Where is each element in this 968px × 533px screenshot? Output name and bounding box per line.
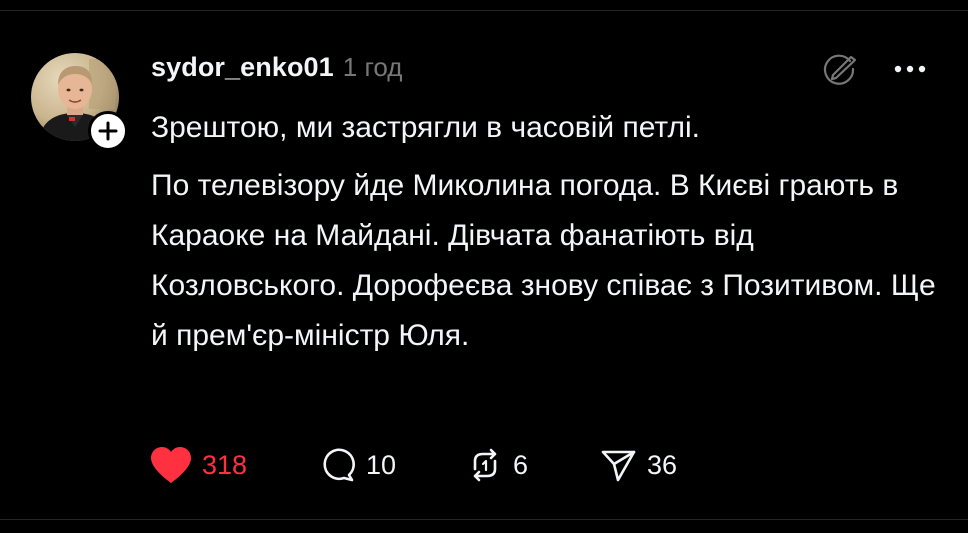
edit-button[interactable] <box>820 52 860 86</box>
action-bar: 318 10 6 36 <box>148 442 677 488</box>
plus-icon <box>98 121 118 141</box>
repost-button[interactable]: 6 <box>465 442 599 488</box>
post-paragraph: Зрештою, ми застрягли в часовій петлі. <box>151 111 701 144</box>
share-button[interactable]: 36 <box>599 442 677 488</box>
like-count: 318 <box>202 449 248 480</box>
post-body: Зрештою, ми застрягли в часовій петлі. П… <box>151 103 941 361</box>
username[interactable]: sydor_enko01 <box>151 52 334 83</box>
send-icon <box>601 450 636 482</box>
comment-bubble-icon <box>323 448 355 482</box>
more-dots-icon <box>894 65 926 73</box>
timestamp: 1 год <box>342 52 403 82</box>
more-options-button[interactable] <box>888 56 932 82</box>
like-button[interactable]: 318 <box>148 442 318 488</box>
reply-button[interactable]: 10 <box>318 442 465 488</box>
reply-count: 10 <box>366 449 397 480</box>
bottom-divider <box>0 519 968 520</box>
post-header: sydor_enko01 1 год <box>151 52 402 92</box>
repost-count: 6 <box>513 449 529 480</box>
pencil-circle-icon <box>823 54 857 85</box>
top-divider <box>0 10 968 11</box>
repost-icon <box>473 448 497 482</box>
heart-icon <box>151 447 191 483</box>
follow-button[interactable] <box>88 111 128 151</box>
share-count: 36 <box>647 449 678 480</box>
post-paragraph: По телевізору йде Миколина погода. В Киє… <box>151 169 936 352</box>
